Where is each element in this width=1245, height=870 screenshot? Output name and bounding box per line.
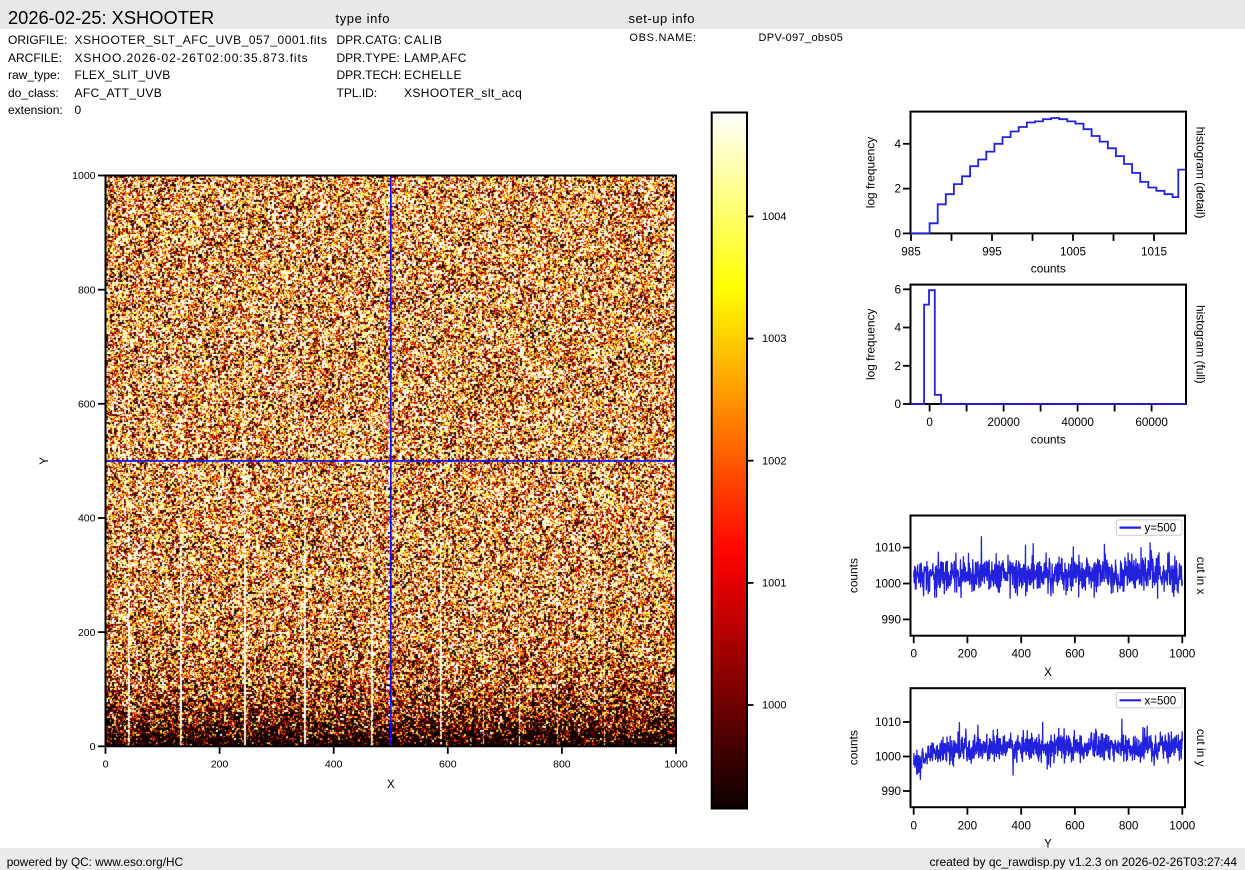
svg-text:0: 0 [103,759,109,771]
svg-text:1000: 1000 [664,759,688,771]
svg-text:Y: Y [1044,839,1052,851]
svg-text:400: 400 [1011,820,1031,833]
svg-text:1005: 1005 [1060,246,1087,259]
svg-text:0: 0 [894,227,901,240]
svg-text:60000: 60000 [1135,416,1168,429]
svg-text:20000: 20000 [987,416,1020,429]
svg-text:990: 990 [881,785,901,798]
svg-text:600: 600 [78,399,96,411]
svg-text:1000: 1000 [1169,820,1196,833]
svg-text:counts: counts [847,558,861,593]
svg-text:histogram (full): histogram (full) [1194,305,1208,384]
svg-text:0: 0 [90,741,96,753]
svg-text:0: 0 [910,820,917,833]
svg-text:200: 200 [958,820,978,833]
svg-text:4: 4 [894,138,901,151]
svg-text:y=500: y=500 [1145,523,1177,535]
svg-text:200: 200 [211,759,229,771]
svg-text:0: 0 [910,648,917,661]
svg-text:log frequency: log frequency [864,137,878,208]
svg-text:985: 985 [901,246,921,259]
svg-text:0: 0 [894,398,901,411]
svg-text:1000: 1000 [72,170,96,182]
svg-text:cut in x: cut in x [1194,557,1208,595]
svg-text:0: 0 [926,416,933,429]
svg-text:histogram (detail): histogram (detail) [1194,127,1208,219]
svg-text:200: 200 [958,648,978,661]
svg-text:log frequency: log frequency [864,309,878,380]
svg-text:1000: 1000 [875,751,902,764]
svg-text:800: 800 [78,284,96,296]
svg-text:200: 200 [78,627,96,639]
svg-text:counts: counts [1031,262,1066,276]
svg-text:cut in y: cut in y [1194,729,1208,767]
svg-text:800: 800 [1119,820,1139,833]
svg-text:6: 6 [894,283,901,296]
svg-text:800: 800 [553,759,571,771]
svg-text:2: 2 [894,360,901,373]
svg-text:1003: 1003 [762,333,786,345]
svg-text:1000: 1000 [762,700,786,712]
svg-text:1015: 1015 [1141,246,1168,259]
svg-text:600: 600 [1065,648,1085,661]
svg-text:400: 400 [325,759,343,771]
svg-text:counts: counts [1031,433,1066,447]
svg-text:1010: 1010 [875,542,902,555]
svg-text:400: 400 [1011,648,1031,661]
svg-text:1001: 1001 [762,578,786,590]
svg-text:counts: counts [847,730,861,765]
svg-text:1010: 1010 [875,716,902,729]
svg-text:Y: Y [39,457,51,465]
svg-text:40000: 40000 [1061,416,1094,429]
svg-text:1002: 1002 [762,455,786,467]
svg-text:1000: 1000 [875,578,902,591]
svg-text:990: 990 [881,613,901,626]
svg-text:600: 600 [439,759,457,771]
svg-text:1004: 1004 [762,211,786,223]
svg-text:4: 4 [894,322,901,335]
svg-text:800: 800 [1119,648,1139,661]
svg-text:X: X [387,779,395,791]
svg-text:995: 995 [982,246,1002,259]
svg-text:400: 400 [78,513,96,525]
svg-text:x=500: x=500 [1145,695,1177,707]
svg-text:X: X [1044,667,1052,679]
svg-text:1000: 1000 [1169,648,1196,661]
svg-text:2: 2 [894,183,901,196]
svg-text:600: 600 [1065,820,1085,833]
